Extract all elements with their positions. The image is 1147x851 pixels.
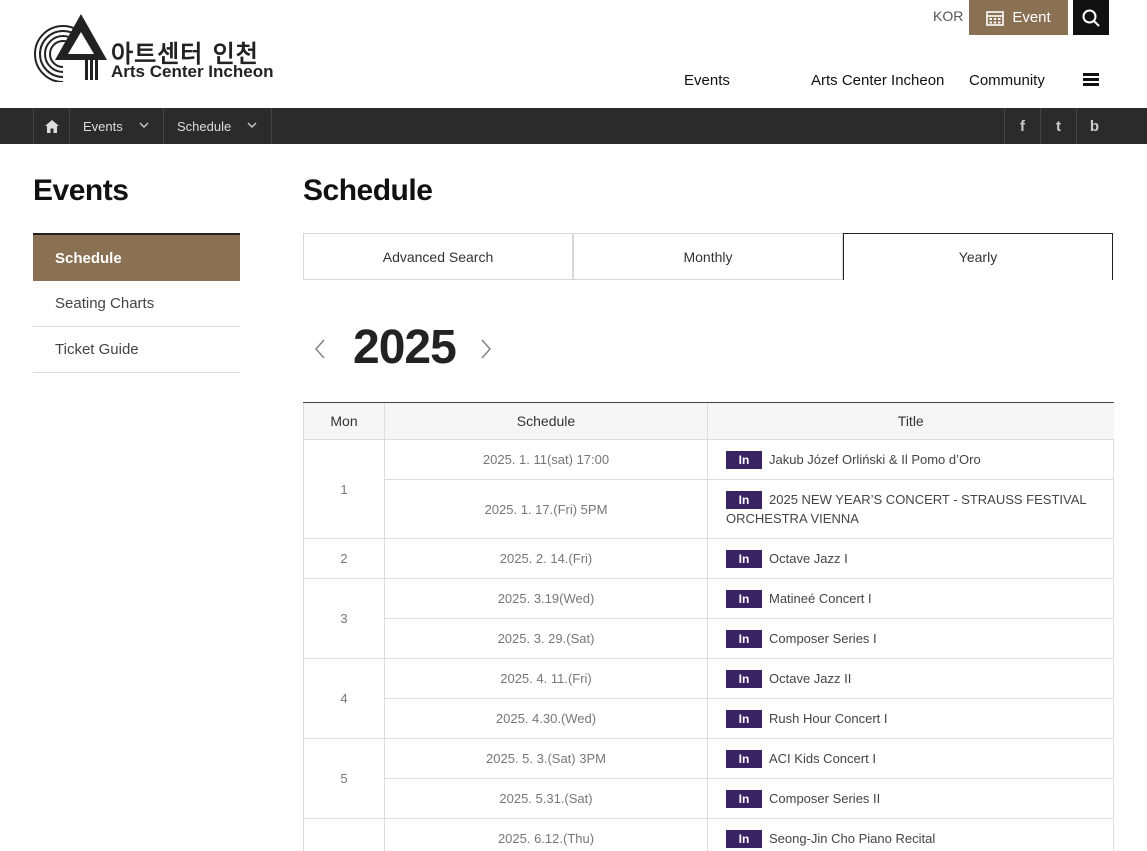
current-year: 2025: [353, 321, 457, 374]
sidebar-title: Events: [33, 174, 129, 207]
table-row: 2 2025. 2. 14.(Fri) In Octave Jazz I: [303, 538, 1114, 579]
sidebar-item-seating-charts[interactable]: Seating Charts: [33, 281, 240, 327]
event-title[interactable]: Matineé Concert I: [769, 591, 872, 606]
title-cell[interactable]: In Composer Series I: [707, 618, 1114, 659]
home-button[interactable]: [33, 108, 70, 144]
table-row: 3 2025. 3.19(Wed) In Matineé Concert I: [303, 578, 1114, 659]
venue-badge: In: [726, 451, 762, 470]
table-row: 4 2025. 4. 11.(Fri) In Octave Jazz II: [303, 658, 1114, 739]
venue-badge: In: [726, 750, 762, 769]
date-cell: 2025. 3.19(Wed): [384, 578, 708, 619]
event-title[interactable]: Seong-Jin Cho Piano Recital: [769, 831, 935, 846]
event-title[interactable]: 2025 NEW YEAR’S CONCERT - STRAUSS FESTIV…: [726, 492, 1086, 527]
gnb-arts-center-incheon[interactable]: Arts Center Incheon: [811, 72, 944, 89]
schedule-tabs: Advanced Search Monthly Yearly: [303, 233, 1113, 280]
date-cell: 2025. 3. 29.(Sat): [384, 618, 708, 659]
table-row: 2025. 5.31.(Sat) In Composer Series II: [304, 778, 1114, 819]
location-dropdown-schedule[interactable]: Schedule: [164, 108, 272, 144]
date-cell: 2025. 4. 11.(Fri): [384, 658, 708, 699]
location-bar: Events Schedule f t b: [0, 108, 1147, 144]
date-cell: 2025. 1. 11(sat) 17:00: [384, 439, 708, 480]
title-cell[interactable]: In Jakub Józef Orliński & Il Pomo d’Oro: [707, 439, 1114, 480]
chevron-right-icon[interactable]: [479, 338, 493, 360]
date-cell: 2025. 6.12.(Thu): [384, 818, 708, 851]
month-cell: 2: [303, 538, 385, 579]
venue-badge: In: [726, 550, 762, 569]
location-events-label: Events: [83, 118, 123, 134]
column-header-title: Title: [707, 402, 1114, 440]
column-header-mon: Mon: [303, 402, 385, 440]
date-cell: 2025. 4.30.(Wed): [384, 698, 708, 739]
table-row: 2025. 3. 29.(Sat) In Composer Series I: [304, 618, 1114, 659]
location-dropdown-events[interactable]: Events: [70, 108, 164, 144]
event-title[interactable]: Rush Hour Concert I: [769, 711, 888, 726]
twitter-icon[interactable]: t: [1040, 108, 1076, 144]
column-header-schedule: Schedule: [384, 402, 708, 440]
facebook-icon[interactable]: f: [1004, 108, 1040, 144]
language-link[interactable]: KOR: [933, 8, 963, 24]
gnb-events[interactable]: Events: [684, 72, 730, 89]
venue-badge: In: [726, 830, 762, 849]
event-calendar-button[interactable]: Event: [969, 0, 1068, 35]
title-cell[interactable]: In Octave Jazz II: [707, 658, 1114, 699]
site-logo[interactable]: 아트센터 인천 Arts Center Incheon: [33, 12, 273, 82]
title-cell[interactable]: In Composer Series II: [707, 778, 1114, 819]
event-title[interactable]: ACI Kids Concert I: [769, 751, 876, 766]
date-cell: 2025. 1. 17.(Fri) 5PM: [384, 479, 708, 539]
venue-badge: In: [726, 710, 762, 729]
blog-icon[interactable]: b: [1076, 108, 1112, 144]
date-cell: 2025. 5.31.(Sat): [384, 778, 708, 819]
sidebar-item-ticket-guide[interactable]: Ticket Guide: [33, 327, 240, 373]
event-title[interactable]: Octave Jazz II: [769, 671, 851, 686]
chevron-left-icon[interactable]: [313, 338, 327, 360]
menu-icon[interactable]: [1083, 73, 1099, 87]
search-button[interactable]: [1073, 0, 1109, 35]
table-row: 2025. 4.30.(Wed) In Rush Hour Concert I: [304, 698, 1114, 739]
month-cell: [303, 818, 385, 851]
table-row: 2025. 1. 17.(Fri) 5PM In 2025 NEW YEAR’S …: [304, 479, 1114, 539]
venue-badge: In: [726, 670, 762, 689]
venue-badge: In: [726, 491, 762, 510]
year-navigator: 2025: [303, 318, 603, 378]
table-row: 2025. 6.12.(Thu) In Seong-Jin Cho Piano R…: [303, 818, 1114, 851]
table-row: 5 2025. 5. 3.(Sat) 3PM In ACI Kids Concer…: [303, 738, 1114, 819]
chevron-down-icon: [247, 122, 257, 128]
month-cell: 3: [303, 578, 385, 659]
tab-yearly[interactable]: Yearly: [843, 233, 1113, 280]
schedule-table: Mon Schedule Title 1 2025. 1. 11(sat) 17…: [303, 402, 1114, 851]
table-row: 1 2025. 1. 11(sat) 17:00 In Jakub Józef O…: [303, 439, 1114, 539]
event-title[interactable]: Composer Series II: [769, 791, 880, 806]
gnb-community[interactable]: Community: [969, 72, 1045, 89]
venue-badge: In: [726, 590, 762, 609]
event-button-label: Event: [1012, 9, 1051, 26]
month-cell: 4: [303, 658, 385, 739]
tab-advanced-search[interactable]: Advanced Search: [303, 233, 573, 280]
event-title[interactable]: Jakub Józef Orliński & Il Pomo d’Oro: [769, 452, 981, 467]
venue-badge: In: [726, 630, 762, 649]
date-cell: 2025. 2. 14.(Fri): [384, 538, 708, 579]
title-cell[interactable]: In Seong-Jin Cho Piano Recital: [707, 818, 1114, 851]
page-title: Schedule: [303, 174, 433, 207]
month-cell: 1: [303, 439, 385, 539]
logo-english-name: Arts Center Incheon: [111, 62, 274, 81]
chevron-down-icon: [139, 122, 149, 128]
sidebar-menu: Schedule Seating Charts Ticket Guide: [33, 233, 240, 373]
tab-monthly[interactable]: Monthly: [573, 233, 843, 280]
aci-logo-icon: [34, 14, 107, 82]
calendar-icon: [986, 10, 1005, 26]
event-title[interactable]: Octave Jazz I: [769, 551, 848, 566]
month-cell: 5: [303, 738, 385, 819]
title-cell[interactable]: In 2025 NEW YEAR’S CONCERT - STRAUSS FEST…: [707, 479, 1114, 539]
search-icon: [1082, 9, 1100, 27]
title-cell[interactable]: In Octave Jazz I: [707, 538, 1114, 579]
title-cell[interactable]: In Matineé Concert I: [707, 578, 1114, 619]
location-schedule-label: Schedule: [177, 118, 232, 134]
sidebar-item-schedule[interactable]: Schedule: [33, 235, 240, 281]
venue-badge: In: [726, 790, 762, 809]
title-cell[interactable]: In Rush Hour Concert I: [707, 698, 1114, 739]
home-icon: [44, 119, 59, 133]
title-cell[interactable]: In ACI Kids Concert I: [707, 738, 1114, 779]
date-cell: 2025. 5. 3.(Sat) 3PM: [384, 738, 708, 779]
event-title[interactable]: Composer Series I: [769, 631, 877, 646]
